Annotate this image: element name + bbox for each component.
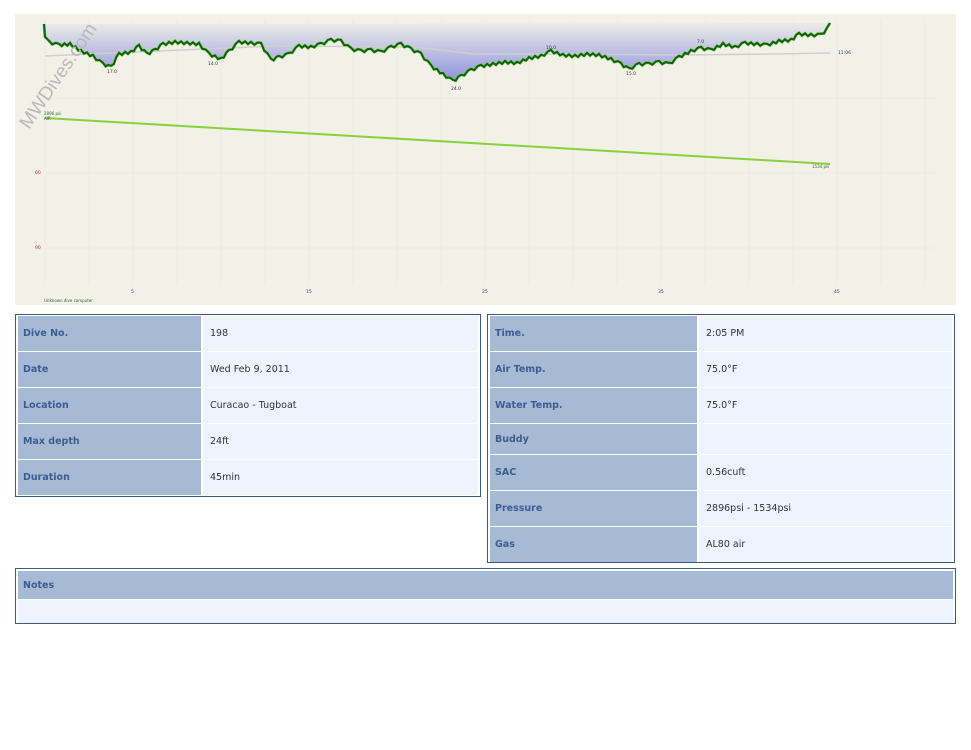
pressure-label: Pressure <box>490 491 697 526</box>
x-tick-35: 35 <box>658 289 664 295</box>
air-temp-value: 75.0°F <box>699 352 952 387</box>
air-temp-label: Air Temp. <box>490 352 697 387</box>
water-temp-label: Water Temp. <box>490 388 697 423</box>
dive-number-row: Dive No. 198 <box>18 316 478 351</box>
notes-body <box>18 600 953 623</box>
time-label: Time. <box>490 316 697 351</box>
y-tick-90: 90 <box>35 245 41 251</box>
x-tick-25: 25 <box>482 289 488 295</box>
dive-profile-svg: MWDives.com 17.0 14.0 24.0 15.0 10.0 7.0… <box>16 20 935 303</box>
pressure-end-label: 1534 psi <box>812 164 829 169</box>
depth-mark-2: 14.0 <box>208 61 218 67</box>
buddy-row: Buddy <box>490 424 952 454</box>
water-temp-row: Water Temp. 75.0°F <box>490 388 952 423</box>
pressure-row: Pressure 2896psi - 1534psi <box>490 491 952 526</box>
dive-computer-label: Unknown dive computer <box>44 298 93 303</box>
notes-label: Notes <box>18 571 953 599</box>
buddy-value <box>699 424 952 454</box>
water-temp-value: 75.0°F <box>699 388 952 423</box>
x-tick-5: 5 <box>131 289 134 295</box>
gas-value: AL80 air <box>699 527 952 562</box>
location-label: Location <box>18 388 201 423</box>
sac-value: 0.56cuft <box>699 455 952 490</box>
pressure-value: 2896psi - 1534psi <box>699 491 952 526</box>
time-value: 2:05 PM <box>699 316 952 351</box>
dive-number-label: Dive No. <box>18 316 201 351</box>
depth-mark-3: 24.0 <box>451 86 461 92</box>
max-depth-value: 24ft <box>203 424 478 459</box>
air-temp-row: Air Temp. 75.0°F <box>490 352 952 387</box>
pressure-line <box>44 117 831 165</box>
duration-row: Duration 45min <box>18 460 478 495</box>
date-row: Date Wed Feb 9, 2011 <box>18 352 478 387</box>
depth-area-fill <box>44 23 830 81</box>
temperature-end-label: 11:06 <box>838 50 851 56</box>
dive-details-table: Time. 2:05 PM Air Temp. 75.0°F Water Tem… <box>487 314 955 563</box>
duration-label: Duration <box>18 460 201 495</box>
depth-mark-6: 7.0 <box>697 39 704 45</box>
depth-mark-5: 10.0 <box>546 45 556 51</box>
x-tick-45: 45 <box>834 289 840 295</box>
max-depth-row: Max depth 24ft <box>18 424 478 459</box>
sac-row: SAC 0.56cuft <box>490 455 952 490</box>
notes-section: Notes <box>15 568 956 624</box>
location-value: Curacao - Tugboat <box>203 388 478 423</box>
pressure-gas-label: AIR <box>44 116 51 121</box>
dive-profile-chart: MWDives.com 17.0 14.0 24.0 15.0 10.0 7.0… <box>15 14 956 305</box>
buddy-label: Buddy <box>490 424 697 454</box>
depth-mark-1: 17.0 <box>107 69 117 75</box>
date-value: Wed Feb 9, 2011 <box>203 352 478 387</box>
y-tick-60: 60 <box>35 170 41 176</box>
dive-number-value: 198 <box>203 316 478 351</box>
dive-log-page: MWDives.com 17.0 14.0 24.0 15.0 10.0 7.0… <box>0 0 971 750</box>
x-tick-15: 15 <box>306 289 312 295</box>
dive-info-table: Dive No. 198 Date Wed Feb 9, 2011 Locati… <box>15 314 481 497</box>
max-depth-label: Max depth <box>18 424 201 459</box>
gas-row: Gas AL80 air <box>490 527 952 562</box>
sac-label: SAC <box>490 455 697 490</box>
time-row: Time. 2:05 PM <box>490 316 952 351</box>
gas-label: Gas <box>490 527 697 562</box>
date-label: Date <box>18 352 201 387</box>
depth-mark-4: 15.0 <box>626 71 636 77</box>
duration-value: 45min <box>203 460 478 495</box>
location-row: Location Curacao - Tugboat <box>18 388 478 423</box>
